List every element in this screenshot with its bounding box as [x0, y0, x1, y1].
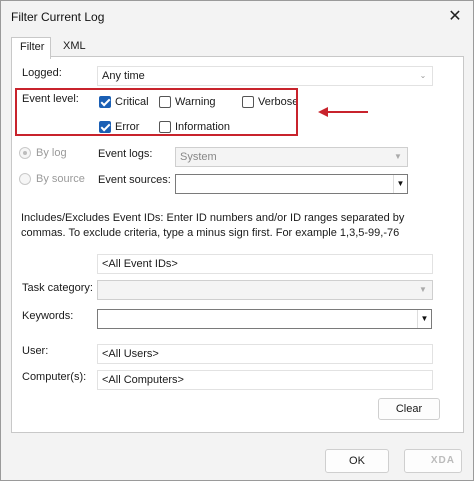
ok-button[interactable]: OK [325, 449, 389, 473]
event-logs-value: System [180, 151, 217, 163]
computers-input[interactable]: <All Computers> [97, 370, 433, 390]
event-level-label: Event level: [22, 93, 79, 105]
by-log-radio[interactable] [19, 147, 31, 159]
critical-label: Critical [115, 96, 149, 108]
error-label: Error [115, 121, 140, 133]
logged-dropdown[interactable]: Any time ⌄ [97, 66, 433, 86]
watermark-logo: XDA [430, 455, 455, 466]
task-category-label: Task category: [22, 282, 93, 294]
warning-label: Warning [175, 96, 216, 108]
close-icon: ✕ [448, 8, 462, 25]
event-sources-dropdown[interactable]: ▼ [175, 174, 408, 194]
annotation-arrow-icon [318, 107, 368, 117]
keywords-dropdown[interactable]: ▼ [97, 309, 432, 329]
clear-button[interactable]: Clear [378, 398, 440, 420]
information-checkbox[interactable] [159, 121, 171, 133]
chevron-down-icon: ▼ [417, 310, 431, 328]
chevron-down-icon: ⌄ [419, 71, 427, 80]
task-category-dropdown[interactable]: ▼ [97, 280, 433, 300]
event-logs-label: Event logs: [98, 148, 153, 160]
error-checkbox[interactable] [99, 121, 111, 133]
chevron-down-icon: ▼ [393, 175, 407, 193]
critical-checkbox[interactable] [99, 96, 111, 108]
chevron-down-icon: ▼ [394, 152, 402, 161]
verbose-label: Verbose [258, 96, 299, 108]
logged-label: Logged: [22, 67, 62, 79]
event-logs-dropdown[interactable]: System ▼ [175, 147, 408, 167]
close-button[interactable]: ✕ [443, 5, 467, 27]
chevron-down-icon: ▼ [419, 285, 427, 294]
tab-xml[interactable]: XML [55, 37, 93, 57]
information-label: Information [175, 121, 231, 133]
by-log-label: By log [36, 147, 67, 159]
window-title: Filter Current Log [11, 10, 105, 24]
event-ids-input[interactable]: <All Event IDs> [97, 254, 433, 274]
user-input[interactable]: <All Users> [97, 344, 433, 364]
warning-checkbox[interactable] [159, 96, 171, 108]
filter-dialog: Filter Current Log ✕ Filter XML Logged: … [0, 0, 474, 481]
by-source-radio[interactable] [19, 173, 31, 185]
user-label: User: [22, 345, 49, 357]
computers-label: Computer(s): [22, 371, 87, 383]
event-sources-label: Event sources: [98, 174, 171, 186]
event-id-instructions: Includes/Excludes Event IDs: Enter ID nu… [21, 212, 405, 239]
tab-filter[interactable]: Filter [11, 37, 51, 59]
by-source-label: By source [36, 173, 85, 185]
keywords-label: Keywords: [22, 310, 74, 322]
logged-value: Any time [102, 70, 145, 82]
verbose-checkbox[interactable] [242, 96, 254, 108]
title-bar: Filter Current Log ✕ [1, 1, 473, 31]
